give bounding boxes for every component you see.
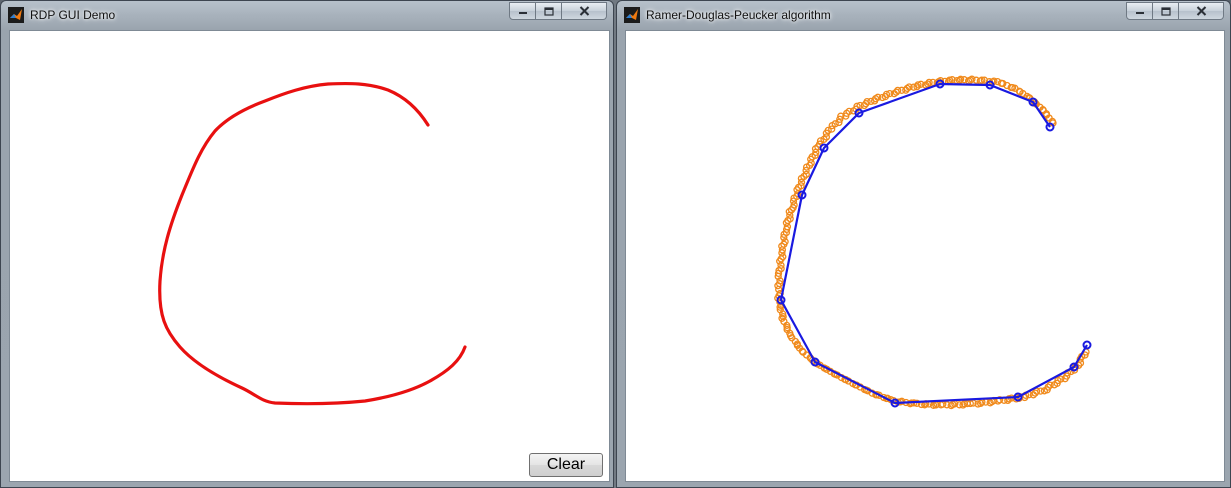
- close-icon: [579, 6, 589, 16]
- maximize-icon: [1160, 6, 1171, 16]
- maximize-icon: [543, 6, 554, 16]
- drawn-stroke: [158, 81, 467, 406]
- window-title: RDP GUI Demo: [30, 8, 116, 22]
- drawing-area[interactable]: Clear: [9, 30, 610, 482]
- minimize-button[interactable]: [1126, 2, 1153, 20]
- rdp-plot-canvas: [774, 75, 1092, 410]
- close-button[interactable]: [1179, 2, 1224, 20]
- title-bar[interactable]: Ramer-Douglas-Peucker algorithm: [617, 1, 1230, 30]
- title-bar[interactable]: RDP GUI Demo: [1, 1, 613, 30]
- plot-area: [625, 30, 1225, 482]
- close-icon: [1196, 6, 1206, 16]
- original-points: [774, 75, 1090, 410]
- window-controls: [509, 2, 607, 20]
- simplified-polyline: [779, 82, 1088, 405]
- matlab-icon: [624, 7, 640, 23]
- close-button[interactable]: [562, 2, 607, 20]
- clear-button[interactable]: Clear: [529, 453, 603, 477]
- rdp-gui-demo-window: RDP GUI Demo Clear: [0, 0, 614, 488]
- simplified-vertices: [776, 79, 1092, 408]
- maximize-button[interactable]: [1153, 2, 1179, 20]
- window-title: Ramer-Douglas-Peucker algorithm: [646, 8, 831, 22]
- maximize-button[interactable]: [536, 2, 562, 20]
- drawing-canvas[interactable]: [10, 31, 609, 481]
- rdp-algorithm-window: Ramer-Douglas-Peucker algorithm: [616, 0, 1231, 488]
- minimize-button[interactable]: [509, 2, 536, 20]
- matlab-icon: [8, 7, 24, 23]
- window-controls: [1126, 2, 1224, 20]
- minimize-icon: [518, 12, 527, 14]
- minimize-icon: [1135, 12, 1144, 14]
